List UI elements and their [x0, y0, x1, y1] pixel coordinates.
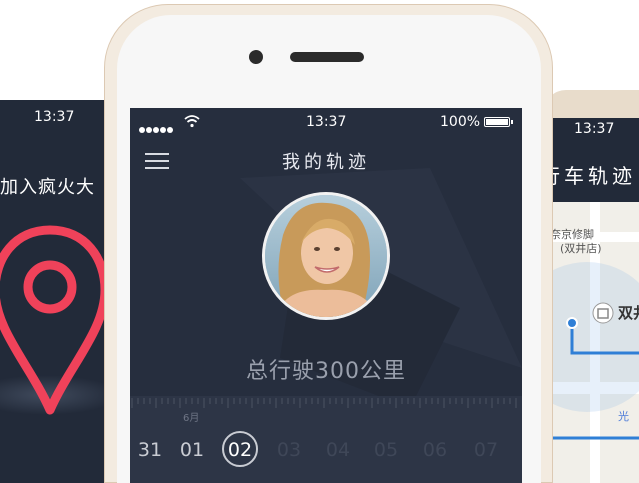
battery-icon: [484, 117, 510, 127]
signal-strength-icon: [139, 118, 174, 137]
building-icon: [592, 302, 614, 324]
left-title: 加入疯火大: [0, 177, 95, 198]
battery-tip: [511, 120, 513, 124]
date-item-selected[interactable]: 02: [222, 439, 258, 461]
battery-percent: 100%: [440, 114, 481, 130]
date-item[interactable]: 05: [368, 439, 404, 461]
left-status-time: 13:37: [34, 109, 75, 125]
front-camera: [249, 50, 263, 64]
right-title: 行车轨迹: [552, 164, 636, 188]
wifi-icon: [184, 115, 200, 128]
date-item[interactable]: 03: [271, 439, 307, 461]
avatar-photo: [265, 195, 387, 317]
date-item[interactable]: 31: [132, 439, 168, 461]
date-item[interactable]: 07: [468, 439, 504, 461]
status-time: 13:37: [306, 114, 347, 130]
page-title: 我的轨迹: [282, 152, 370, 173]
total-distance: 总行驶300公里: [246, 359, 406, 384]
location-pin-icon: [0, 225, 108, 415]
left-phone-screen: 13:37 加入疯火大: [0, 100, 108, 483]
user-avatar[interactable]: [262, 192, 390, 320]
date-item[interactable]: 01: [174, 439, 210, 461]
date-item[interactable]: 06: [417, 439, 453, 461]
map-label: 光: [618, 410, 629, 423]
right-phone-screen: 13:37 行车轨迹 奈京修脚 (双井店) 双井 光: [552, 118, 639, 483]
date-item[interactable]: 04: [320, 439, 356, 461]
center-phone-screen: 13:37 100% 我的轨迹 总行驶300公里 6月 31 01 02 03 …: [130, 108, 522, 483]
earpiece-speaker: [290, 52, 364, 62]
map-label: (双井店): [560, 242, 602, 255]
map-label: 双井: [618, 304, 639, 322]
right-status-time: 13:37: [574, 121, 615, 137]
month-label: 6月: [183, 413, 200, 424]
